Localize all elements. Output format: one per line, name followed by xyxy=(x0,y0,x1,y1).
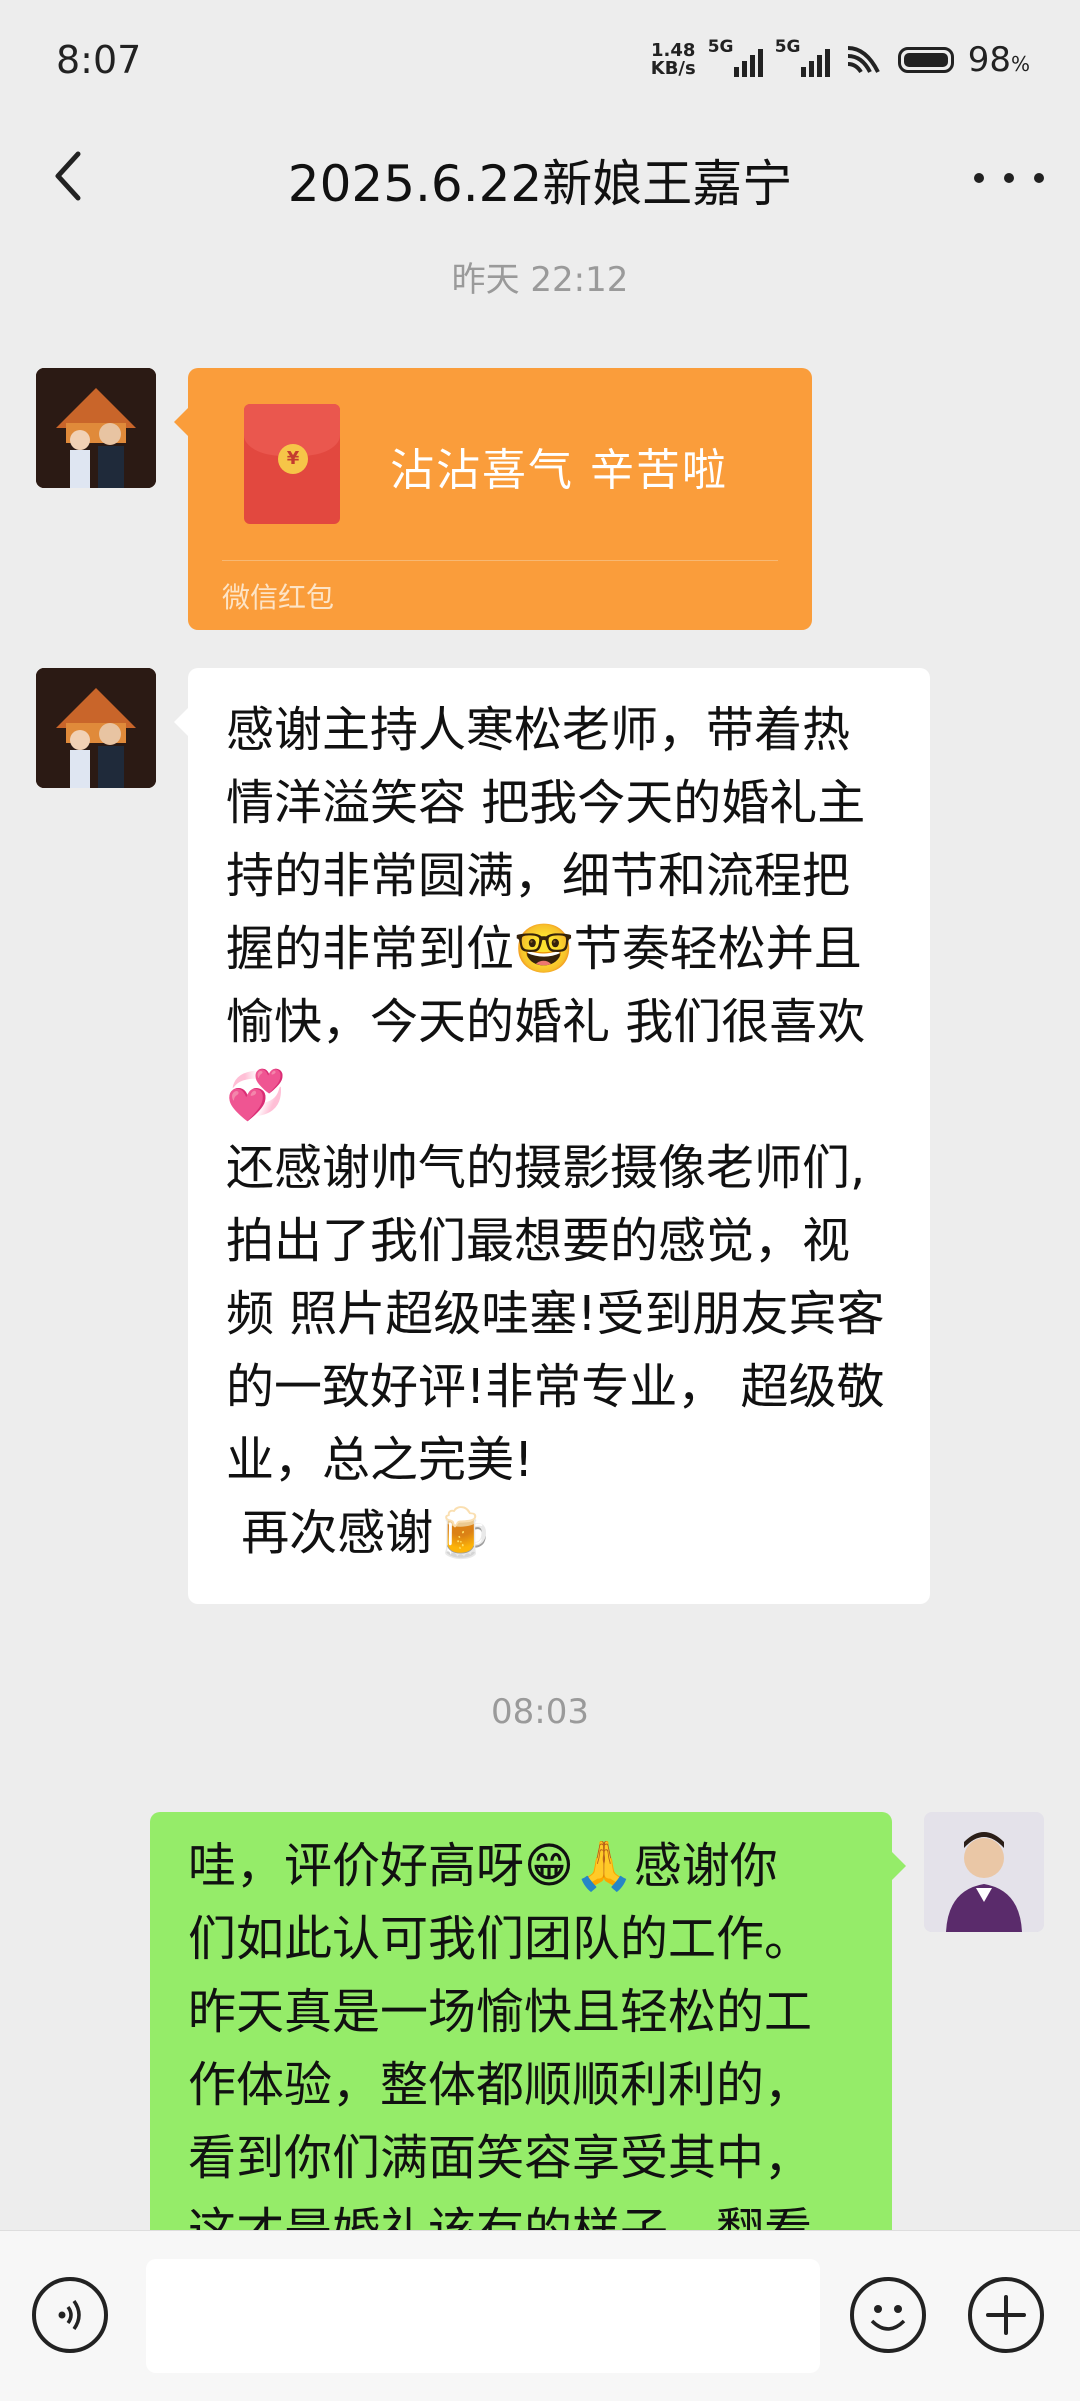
net-speed-unit: KB/s xyxy=(650,58,696,79)
sent-text-message[interactable]: 哇，评价好高呀😁🙏感谢你 们如此认可我们团队的工作。 昨天真是一场愉快且轻松的工… xyxy=(150,1812,906,2230)
message-text: 哇，评价好高呀😁🙏感谢你 们如此认可我们团队的工作。 昨天真是一场愉快且轻松的工… xyxy=(188,1838,813,2230)
chat-header: 2025.6.22新娘王嘉宁 xyxy=(0,120,1080,250)
battery-icon xyxy=(897,47,954,73)
smiley-icon xyxy=(870,2305,906,2331)
signal-icon: 5G xyxy=(708,37,763,77)
more-functions-button[interactable] xyxy=(968,2277,1044,2353)
emoji-button[interactable] xyxy=(850,2277,926,2353)
red-packet-greeting: 沾沾喜气 辛苦啦 xyxy=(390,445,728,496)
text-message[interactable]: 感谢主持人寒松老师，带着热 情洋溢笑容 把我今天的婚礼主 持的非常圆满，细节和流… xyxy=(174,668,930,1604)
divider xyxy=(222,560,778,561)
status-time: 8:07 xyxy=(56,38,142,82)
more-icon-dot xyxy=(974,173,984,183)
red-packet-icon: ¥ xyxy=(244,404,340,524)
red-packet-label: 微信红包 xyxy=(222,581,335,614)
status-bar: 8:07 1.48 KB/s 5G 5G 98% xyxy=(0,0,1080,120)
avatar-sender[interactable] xyxy=(36,668,156,788)
avatar-image xyxy=(924,1812,1044,1932)
avatar-image xyxy=(36,368,156,488)
voice-button[interactable] xyxy=(32,2277,108,2353)
wifi-icon xyxy=(847,46,880,74)
red-packet-message[interactable]: ¥ 沾沾喜气 辛苦啦 微信红包 xyxy=(174,368,812,630)
message-text: 感谢主持人寒松老师，带着热 情洋溢笑容 把我今天的婚礼主 持的非常圆满，细节和流… xyxy=(226,702,885,1561)
plus-icon xyxy=(986,2295,1026,2335)
chat-messages[interactable]: 昨天 22:12 ¥ 沾沾喜气 辛苦啦 微信红包 感谢主持人寒松老师，带着热 情… xyxy=(0,250,1080,2230)
signal-label: 5G xyxy=(707,37,734,57)
avatar-sender[interactable] xyxy=(36,368,156,488)
timestamp: 08:03 xyxy=(491,1692,589,1732)
signal-icon-2: 5G xyxy=(775,37,830,77)
input-bar xyxy=(0,2230,1080,2401)
avatar-self[interactable] xyxy=(924,1812,1044,1932)
voice-icon xyxy=(58,2299,81,2331)
battery-level: 98% xyxy=(967,40,1030,80)
page-title: 2025.6.22新娘王嘉宁 xyxy=(287,155,793,213)
status-indicators: 1.48 KB/s 5G 5G 98% xyxy=(651,37,1030,80)
network-speed: 1.48 KB/s xyxy=(651,42,696,78)
timestamp: 昨天 22:12 xyxy=(451,260,629,300)
avatar-image xyxy=(36,668,156,788)
signal-label-2: 5G xyxy=(774,37,801,57)
more-button[interactable] xyxy=(974,148,1044,208)
message-input[interactable] xyxy=(146,2259,820,2373)
